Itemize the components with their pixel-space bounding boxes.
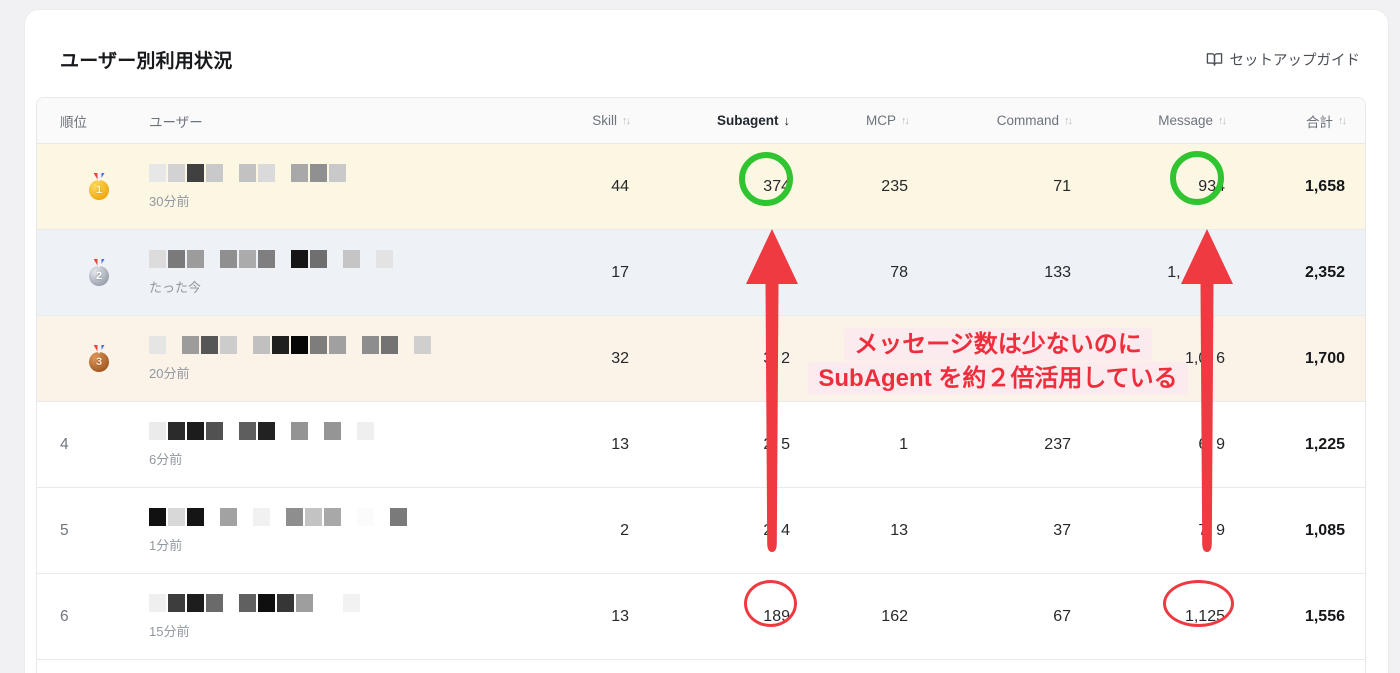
sort-icon: ↑↓ <box>1064 114 1073 127</box>
sort-icon: ↑↓ <box>1338 114 1347 127</box>
mcp-count: 13 <box>890 521 908 539</box>
table-row[interactable]: 3 20分前 32 3 2 1,0 6 1,700 <box>37 316 1365 402</box>
total-count: 2,352 <box>1304 263 1345 281</box>
table-row[interactable]: 6 15分前 13 189 162 67 1,125 1,556 <box>37 574 1365 660</box>
table-row[interactable] <box>37 660 1365 673</box>
column-header-skill[interactable]: Skill ↑↓ <box>561 113 641 128</box>
redacted-username <box>149 507 561 526</box>
command-count: 71 <box>1053 177 1071 195</box>
total-count: 1,225 <box>1304 435 1345 453</box>
mcp-count: 1 <box>899 435 908 453</box>
message-count: 934 <box>1198 177 1225 195</box>
redacted-username <box>149 421 561 440</box>
mcp-count: 162 <box>881 607 908 625</box>
last-active-time: 30分前 <box>149 193 190 209</box>
rank-number: 4 <box>60 435 69 453</box>
column-header-rank[interactable]: 順位 <box>37 111 105 131</box>
column-header-message[interactable]: Message ↑↓ <box>1083 113 1237 128</box>
last-active-time: 20分前 <box>149 365 190 381</box>
subagent-count: 2 4 <box>763 521 790 539</box>
subagent-count: 189 <box>763 607 790 625</box>
table-row[interactable]: 2 たった今 17 78 133 1, 2,352 <box>37 230 1365 316</box>
skill-count: 17 <box>611 263 629 281</box>
rank-number: 6 <box>60 607 69 625</box>
subagent-count: 2 5 <box>763 435 790 453</box>
table-header-row: 順位 ユーザー Skill ↑↓ Subagent ↓ MCP ↑↓ Command ↑… <box>37 98 1365 144</box>
command-count: 237 <box>1044 435 1071 453</box>
book-open-icon <box>1206 51 1223 68</box>
message-count: 1, <box>1167 263 1225 281</box>
mcp-count: 235 <box>881 177 908 195</box>
subagent-count: 374 <box>763 177 790 195</box>
usage-table: 順位 ユーザー Skill ↑↓ Subagent ↓ MCP ↑↓ Command ↑… <box>36 97 1366 673</box>
last-active-time: 1分前 <box>149 537 183 553</box>
skill-count: 2 <box>620 521 629 539</box>
last-active-time: たった今 <box>149 279 202 295</box>
sort-icon: ↑↓ <box>622 114 631 127</box>
redacted-username <box>149 593 561 612</box>
total-count: 1,700 <box>1304 349 1345 367</box>
command-count: 37 <box>1053 521 1071 539</box>
sort-desc-icon: ↓ <box>783 113 791 128</box>
message-count: 6 9 <box>1198 435 1225 453</box>
command-count: 133 <box>1044 263 1071 281</box>
command-count: 67 <box>1053 607 1071 625</box>
redacted-username <box>149 249 561 268</box>
setup-guide-label: セットアップガイド <box>1229 52 1361 69</box>
table-row[interactable]: 4 6分前 13 2 5 1 237 6 9 1,225 <box>37 402 1365 488</box>
message-count: 7 9 <box>1198 521 1225 539</box>
column-header-total[interactable]: 合計 ↑↓ <box>1237 111 1363 131</box>
skill-count: 13 <box>611 435 629 453</box>
column-header-subagent[interactable]: Subagent ↓ <box>641 113 802 128</box>
total-count: 1,556 <box>1304 607 1345 625</box>
column-header-command[interactable]: Command ↑↓ <box>920 113 1083 128</box>
subagent-count: 3 2 <box>763 349 790 367</box>
column-header-user[interactable]: ユーザー <box>105 111 561 131</box>
total-count: 1,658 <box>1304 177 1345 195</box>
last-active-time: 6分前 <box>149 451 183 467</box>
page-title: ユーザー別利用状況 <box>60 50 233 72</box>
setup-guide-link[interactable]: セットアップガイド <box>1206 49 1361 70</box>
sort-icon: ↑↓ <box>1218 114 1227 127</box>
skill-count: 44 <box>611 177 629 195</box>
table-row[interactable]: 5 1分前 2 2 4 13 37 7 9 1,085 <box>37 488 1365 574</box>
rank-number: 5 <box>60 521 69 539</box>
message-count: 1,0 6 <box>1184 349 1225 367</box>
total-count: 1,085 <box>1304 521 1345 539</box>
table-row[interactable]: 1 30分前 44 374 235 71 934 1,658 <box>37 144 1365 230</box>
redacted-username <box>149 163 561 182</box>
mcp-count: 78 <box>890 263 908 281</box>
redacted-username <box>149 335 561 354</box>
column-header-mcp[interactable]: MCP ↑↓ <box>802 113 920 128</box>
last-active-time: 15分前 <box>149 623 190 639</box>
skill-count: 32 <box>611 349 629 367</box>
sort-icon: ↑↓ <box>901 114 910 127</box>
skill-count: 13 <box>611 607 629 625</box>
message-count: 1,125 <box>1184 607 1225 625</box>
